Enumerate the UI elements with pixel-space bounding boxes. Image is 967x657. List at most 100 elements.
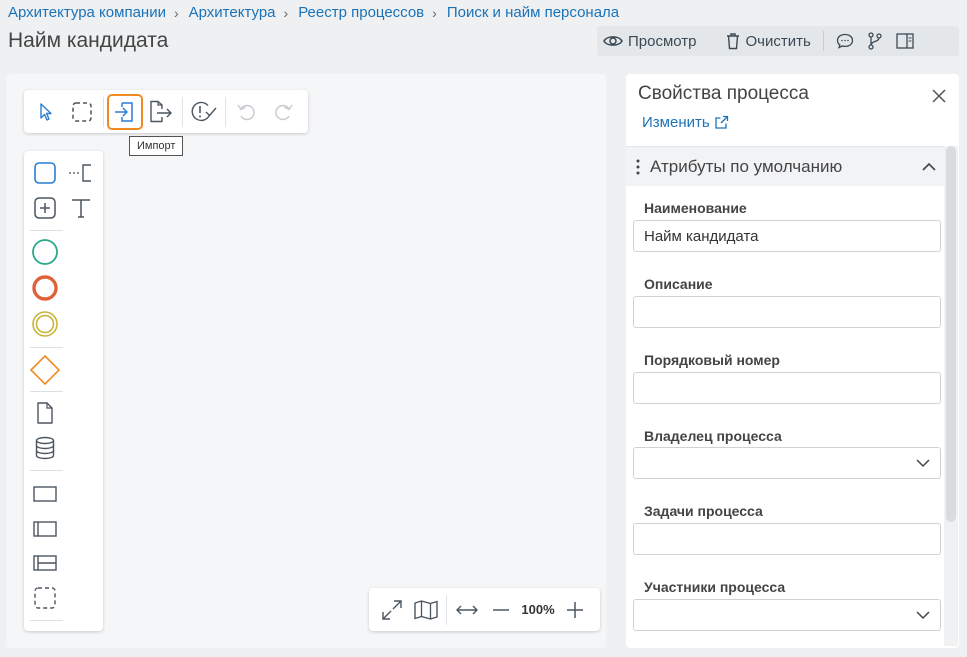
process-tasks-field[interactable] xyxy=(633,523,941,555)
zoom-level: 100% xyxy=(521,602,555,617)
section-default-attributes[interactable]: Атрибуты по умолчанию xyxy=(626,146,944,186)
toolbar-divider xyxy=(225,96,226,127)
name-label: Наименование xyxy=(644,200,747,216)
chevron-up-icon[interactable] xyxy=(914,162,944,171)
palette-task[interactable] xyxy=(29,157,61,189)
select-tool-button[interactable] xyxy=(28,94,64,130)
fit-to-screen-button[interactable] xyxy=(375,593,409,627)
description-field[interactable] xyxy=(633,296,941,328)
cursor-icon xyxy=(40,102,52,121)
palette-annotation[interactable] xyxy=(65,157,97,189)
palette-intermediate-event[interactable] xyxy=(29,308,61,340)
split-lanes-icon xyxy=(33,555,57,571)
minimap-button[interactable] xyxy=(409,593,443,627)
redo-button[interactable] xyxy=(265,94,301,130)
order-number-field[interactable] xyxy=(633,372,941,404)
undo-icon xyxy=(237,104,255,120)
start-event-icon xyxy=(32,239,58,265)
document-icon xyxy=(37,402,53,424)
name-value: Найм кандидата xyxy=(644,227,759,245)
palette-data-store[interactable] xyxy=(29,432,61,464)
group-icon xyxy=(34,587,56,609)
toolbar-divider xyxy=(446,594,447,625)
eye-icon xyxy=(603,36,623,46)
comments-button[interactable] xyxy=(830,26,860,56)
validate-button[interactable] xyxy=(186,94,222,130)
page-title: Найм кандидата xyxy=(8,29,169,52)
text-icon xyxy=(72,199,90,218)
drag-handle-icon[interactable] xyxy=(628,159,648,175)
name-field[interactable]: Найм кандидата xyxy=(633,220,941,252)
close-properties-button[interactable] xyxy=(928,85,950,107)
palette-text[interactable] xyxy=(65,192,97,224)
properties-title: Свойства процесса xyxy=(638,83,809,104)
chevron-right-icon: › xyxy=(173,4,179,21)
lane-icon xyxy=(33,521,57,537)
zoom-out-button[interactable] xyxy=(484,593,518,627)
versions-button[interactable] xyxy=(860,26,890,56)
minus-icon xyxy=(493,608,509,611)
chat-bubble-icon xyxy=(836,33,853,49)
marquee-select-icon xyxy=(72,101,92,122)
breadcrumb-item-recruitment[interactable]: Поиск и найм персонала xyxy=(447,4,619,21)
breadcrumb-item-company-architecture[interactable]: Архитектура компании xyxy=(8,4,166,21)
lasso-tool-button[interactable] xyxy=(64,94,100,130)
export-button[interactable] xyxy=(143,94,179,130)
element-palette xyxy=(24,151,103,631)
preview-button[interactable]: Просмотр xyxy=(597,26,703,56)
gateway-diamond-icon xyxy=(29,354,61,386)
import-icon xyxy=(115,101,133,122)
toolbar-divider xyxy=(822,31,824,51)
palette-divider xyxy=(30,230,63,231)
palette-divider xyxy=(30,470,63,471)
palette-divider xyxy=(30,347,63,348)
import-button[interactable] xyxy=(107,93,143,130)
palette-split-lanes[interactable] xyxy=(29,547,61,579)
clear-button[interactable]: Очистить xyxy=(719,26,817,56)
description-label: Описание xyxy=(644,276,713,292)
palette-data-object[interactable] xyxy=(29,397,61,429)
task-icon xyxy=(34,162,56,184)
zoom-controls: 100% xyxy=(369,588,600,631)
end-event-icon xyxy=(32,275,58,301)
chevron-right-icon: › xyxy=(432,4,437,21)
palette-pool[interactable] xyxy=(29,478,61,510)
map-icon xyxy=(414,599,438,620)
chevron-down-icon xyxy=(916,610,930,619)
intermediate-event-icon xyxy=(32,311,58,337)
trash-icon xyxy=(726,33,739,50)
zoom-in-button[interactable] xyxy=(558,593,592,627)
preview-label: Просмотр xyxy=(628,32,697,50)
process-owner-select[interactable] xyxy=(633,447,941,479)
horizontal-arrows-icon xyxy=(456,605,478,614)
external-link-icon xyxy=(715,115,728,129)
diagram-toolbar xyxy=(24,90,308,133)
order-number-label: Порядковый номер xyxy=(644,352,780,368)
palette-gateway[interactable] xyxy=(29,354,61,386)
breadcrumb-item-process-registry[interactable]: Реестр процессов xyxy=(298,4,424,21)
database-icon xyxy=(35,436,55,460)
export-icon xyxy=(150,100,172,122)
undo-button[interactable] xyxy=(229,94,265,130)
edit-link[interactable]: Изменить xyxy=(642,114,729,131)
process-participants-select[interactable] xyxy=(633,599,941,631)
palette-lane[interactable] xyxy=(29,513,61,545)
toolbar-divider xyxy=(103,96,104,127)
annotation-icon xyxy=(69,164,91,182)
chevron-down-icon xyxy=(916,458,930,467)
breadcrumb: Архитектура компании › Архитектура › Рее… xyxy=(8,4,619,21)
breadcrumb-item-architecture[interactable]: Архитектура xyxy=(189,4,276,21)
side-panel-icon xyxy=(896,33,914,49)
palette-group[interactable] xyxy=(29,582,61,614)
fit-width-button[interactable] xyxy=(450,593,484,627)
pool-icon xyxy=(33,486,57,502)
toggle-panel-button[interactable] xyxy=(890,26,920,56)
palette-start-event[interactable] xyxy=(29,236,61,268)
properties-scrollbar[interactable] xyxy=(946,146,956,522)
palette-divider xyxy=(30,391,63,392)
palette-subprocess[interactable] xyxy=(29,192,61,224)
validate-check-icon xyxy=(191,101,217,121)
import-tooltip: Импорт xyxy=(129,136,184,156)
branch-icon xyxy=(868,32,882,50)
palette-end-event[interactable] xyxy=(29,272,61,304)
